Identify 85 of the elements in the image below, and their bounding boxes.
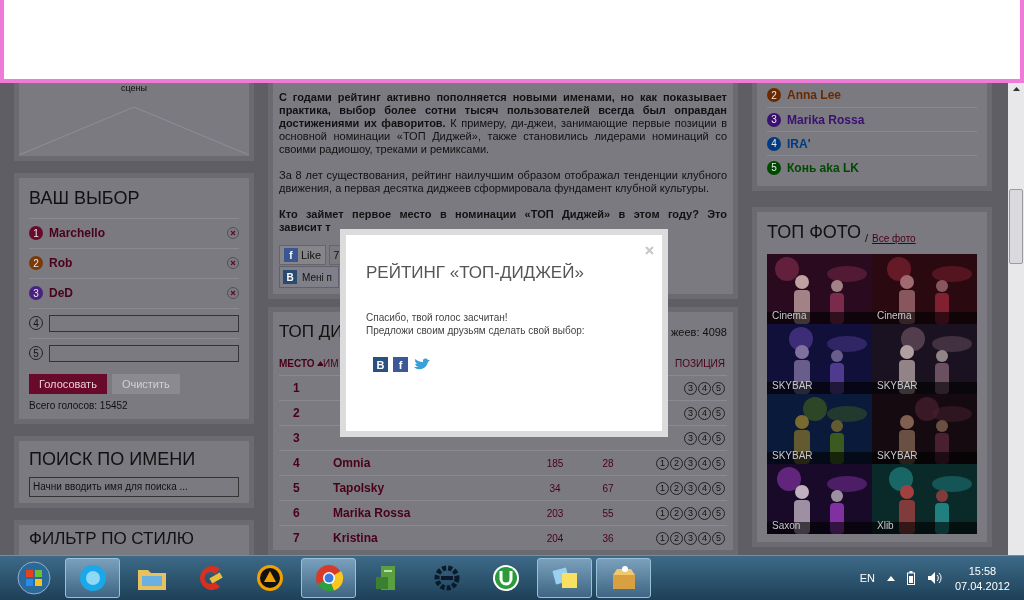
remove-icon[interactable] [227, 257, 239, 270]
download-icon [490, 563, 521, 593]
windows-logo-icon [16, 561, 51, 595]
clock-time[interactable]: 15:58 [968, 564, 997, 577]
place-cell: 3 [293, 431, 300, 446]
photo-label: SKYBAR [877, 379, 918, 391]
table-cell: 204 [546, 532, 564, 544]
dj-name[interactable]: Omnia [333, 456, 371, 471]
all-photos-link[interactable]: Все фото [872, 232, 916, 244]
facebook-share-button[interactable]: f [393, 357, 408, 372]
pick-name: Marchello [49, 226, 106, 241]
scrollbar[interactable] [1008, 83, 1024, 555]
taskbar-button[interactable] [537, 558, 592, 598]
chat-icon [77, 563, 108, 593]
photo-label: Xlib [877, 519, 894, 531]
ranking-name[interactable]: Marika Rossa [787, 112, 977, 127]
play-icon [254, 563, 285, 593]
article-paragraph: Кто займет первое место в номинации «ТОП Диджей» в этом году? Это зависит т [279, 208, 727, 234]
speaker-icon[interactable] [926, 571, 943, 585]
rank-number: 3 [767, 112, 781, 127]
table-cell: 67 [602, 482, 614, 494]
article-paragraph: С годами рейтинг активно пополняется новыми именами, но как показывает практика, выбор более сотни тысяч пользователей всегда был оправдан достижениями их фаворитов. К примеру, ди-джеи, занимающие первые позиции в основной номинации «ТОП Диджей», также становились лидерами номинаций со своими радиошоу, треками и ремиксами. [279, 91, 727, 156]
column-header[interactable]: МЕСТО [279, 352, 323, 377]
photo-label: SKYBAR [877, 449, 918, 461]
place-cell: 1 [293, 381, 300, 396]
vote-button[interactable]: Голосовать [29, 373, 107, 394]
caret-up-icon[interactable] [886, 575, 895, 581]
caption: сцены [120, 83, 148, 93]
sort-up-icon [316, 361, 323, 367]
name-search-field[interactable]: Начни вводить имя для поиска ... [29, 476, 239, 497]
ranking-name[interactable]: Конь aka LK [787, 160, 977, 175]
place-cell: 4 [293, 456, 300, 471]
rank-number: 1 [29, 226, 43, 241]
rank-number: 5 [767, 160, 781, 175]
rank-number: 4 [767, 136, 781, 151]
panel-title: ТОП ФОТО [767, 222, 861, 244]
table-cell: 28 [602, 457, 614, 469]
dialog-message: Спасибо, твой голос засчитан! [366, 311, 509, 324]
panel-title: ВАШ ВЫБОР [29, 187, 141, 210]
photo-label: Cinema [877, 309, 912, 321]
language-indicator[interactable]: EN [859, 572, 875, 584]
pick-input[interactable] [49, 344, 239, 362]
scroll-up-icon[interactable] [1012, 87, 1020, 91]
photo-label: Cinema [772, 309, 807, 321]
battery-icon[interactable] [906, 571, 915, 585]
remove-icon[interactable] [227, 227, 239, 240]
ranking-name[interactable]: IRA' [787, 136, 977, 151]
photo-label: Saxon [772, 519, 801, 531]
place-cell: 7 [293, 531, 300, 546]
ranking-name[interactable]: Anna Lee [787, 88, 977, 102]
vk-share-button[interactable]: В [373, 357, 388, 372]
rank-number: 2 [29, 256, 43, 271]
photo-label: SKYBAR [772, 449, 813, 461]
remove-icon[interactable] [227, 287, 239, 300]
bird-icon[interactable] [413, 357, 431, 372]
rank-number: 2 [767, 88, 781, 102]
place-cell: 2 [293, 406, 300, 421]
dj-name[interactable]: Kristina [333, 531, 378, 546]
like-button[interactable]: f Like [279, 245, 327, 265]
rank-number: 3 [29, 286, 43, 301]
table-summary: жеев: 4098 [670, 326, 727, 339]
table-cell: 185 [546, 457, 564, 469]
place-cell: 6 [293, 506, 300, 521]
panel-title: ФИЛЬТР ПО СТИЛЮ [29, 527, 195, 550]
browser-icon [313, 563, 344, 593]
vote-total: Всего голосов: 15452 [29, 398, 129, 413]
dj-name[interactable]: Marika Rossa [333, 506, 411, 521]
place-cell: 5 [293, 481, 300, 496]
pick-name: Rob [49, 256, 74, 271]
article-paragraph: За 8 лет существования, рейтинг наилучшим образом отображал тенденции клубного движения, а первая десятка диджеев сформировала фундамент клубной культуры. [279, 169, 727, 195]
dj-name[interactable]: Tapolsky [333, 481, 385, 496]
table-cell: 36 [602, 532, 614, 544]
scroll-thumb[interactable] [1009, 189, 1023, 264]
clock-date[interactable]: 07.04.2012 [954, 579, 1010, 592]
dialog-title: РЕЙТИНГ «ТОП-ДИДЖЕЙ» [366, 263, 585, 283]
pick-input[interactable] [49, 314, 239, 332]
table-cell: 203 [546, 507, 564, 519]
table-cell: 55 [602, 507, 614, 519]
photo-label: SKYBAR [772, 379, 813, 391]
share-button[interactable]: В Мені п [279, 266, 339, 288]
panel-title: ПОИСК ПО ИМЕНИ [29, 447, 197, 471]
table-cell: 34 [549, 482, 561, 494]
dialog-prompt: Предложи своим друзьям сделать свой выбор: [366, 324, 586, 337]
pick-name: DeD [49, 286, 74, 301]
separator: / [865, 231, 869, 244]
